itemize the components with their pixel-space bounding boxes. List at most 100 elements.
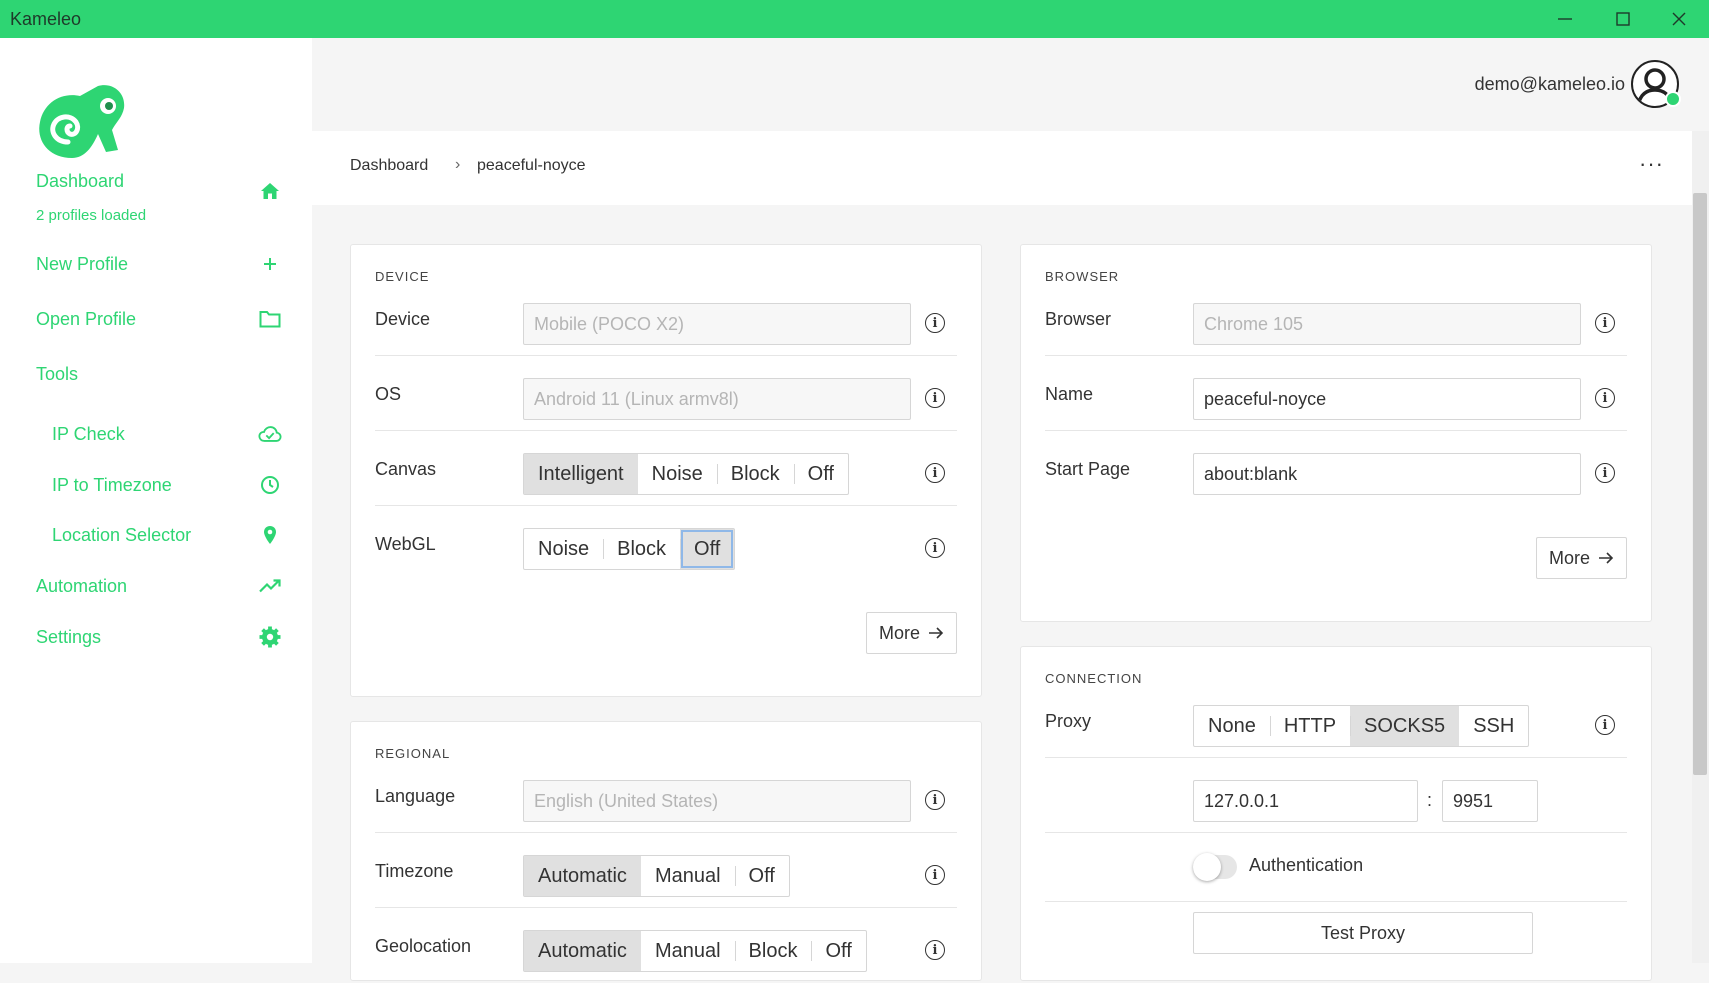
sidebar-item-settings[interactable]: Settings [36, 617, 282, 657]
sidebar-item-label: New Profile [36, 253, 129, 274]
sidebar-item-open-profile[interactable]: Open Profile [36, 299, 282, 339]
webgl-option-noise[interactable]: Noise [524, 529, 603, 569]
browser-more-button[interactable]: More [1535, 537, 1627, 579]
more-options-button[interactable]: ··· [1639, 151, 1664, 177]
more-button-label: More [1548, 547, 1590, 568]
proxy-address-row: 127.0.0.1 : 9951 [1045, 764, 1627, 833]
profiles-loaded-caption: 2 profiles loaded [36, 207, 147, 224]
connection-section-title: CONNECTION [1045, 671, 1143, 686]
regional-section-title: REGIONAL [375, 746, 451, 761]
canvas-option-intelligent[interactable]: Intelligent [524, 454, 638, 494]
geolocation-option-block[interactable]: Block [734, 931, 812, 971]
info-icon[interactable]: i [1595, 388, 1615, 408]
sidebar-item-ip-to-timezone[interactable]: IP to Timezone [52, 465, 282, 505]
info-icon[interactable]: i [925, 388, 945, 408]
sidebar-item-ip-check[interactable]: IP Check [52, 414, 282, 454]
sidebar-item-label: Open Profile [36, 308, 137, 329]
arrow-right-icon [929, 627, 944, 639]
start-page-input[interactable]: about:blank [1193, 453, 1581, 495]
timezone-option-manual[interactable]: Manual [641, 856, 735, 896]
name-label: Name [1045, 384, 1094, 404]
start-page-label: Start Page [1045, 459, 1131, 479]
title-bar: Kameleo [0, 0, 1709, 38]
sidebar-item-new-profile[interactable]: New Profile [36, 244, 282, 284]
proxy-port-input[interactable]: 9951 [1442, 780, 1538, 822]
sidebar-item-label: IP to Timezone [52, 474, 172, 495]
info-icon[interactable]: i [925, 313, 945, 333]
info-icon[interactable]: i [925, 538, 945, 558]
close-button[interactable] [1651, 0, 1707, 38]
top-bar: demo@kameleo.io [312, 38, 1709, 131]
webgl-option-block[interactable]: Block [603, 529, 680, 569]
authentication-toggle[interactable] [1193, 853, 1237, 881]
timezone-row: Timezone Automatic Manual Off i [375, 839, 957, 908]
breadcrumb-dashboard-link[interactable]: Dashboard [350, 157, 428, 175]
test-proxy-button[interactable]: Test Proxy [1193, 912, 1533, 954]
sidebar-item-dashboard[interactable]: Dashboard [36, 161, 282, 201]
proxy-option-ssh[interactable]: SSH [1459, 706, 1528, 746]
name-input[interactable]: peaceful-noyce [1193, 378, 1581, 420]
geolocation-option-manual[interactable]: Manual [641, 931, 735, 971]
sidebar-item-tools[interactable]: Tools [36, 364, 78, 385]
browser-row: Browser Chrome 105 i [1045, 287, 1627, 356]
minimize-icon [1558, 18, 1572, 20]
info-icon[interactable]: i [1595, 313, 1615, 333]
geolocation-label: Geolocation [375, 936, 472, 956]
scrollbar-thumb[interactable] [1693, 193, 1707, 775]
name-row: Name peaceful-noyce i [1045, 362, 1627, 431]
sidebar-item-label: Settings [36, 626, 102, 647]
info-icon[interactable]: i [925, 463, 945, 483]
browser-section-title: BROWSER [1045, 269, 1120, 284]
geolocation-mode-selector: Automatic Manual Block Off [523, 930, 867, 972]
canvas-option-off[interactable]: Off [793, 454, 848, 494]
info-icon[interactable]: i [925, 865, 945, 885]
map-pin-icon [258, 523, 282, 547]
timezone-option-off[interactable]: Off [734, 856, 789, 896]
sidebar-item-label: IP Check [52, 423, 125, 444]
maximize-icon [1616, 12, 1630, 26]
minimize-button[interactable] [1537, 0, 1593, 38]
canvas-option-block[interactable]: Block [716, 454, 794, 494]
info-icon[interactable]: i [925, 940, 945, 960]
device-section-title: DEVICE [375, 269, 430, 284]
plus-icon [258, 252, 282, 276]
proxy-option-none[interactable]: None [1194, 706, 1270, 746]
maximize-button[interactable] [1595, 0, 1651, 38]
sidebar-item-label: Automation [36, 575, 128, 596]
canvas-label: Canvas [375, 459, 437, 479]
info-icon[interactable]: i [925, 790, 945, 810]
browser-card: BROWSER Browser Chrome 105 i Name peacef… [1020, 244, 1652, 622]
regional-card: REGIONAL Language English (United States… [350, 721, 982, 981]
geolocation-option-automatic[interactable]: Automatic [524, 931, 641, 971]
sidebar-item-label: Location Selector [52, 524, 192, 545]
authentication-label: Authentication [1249, 855, 1364, 875]
authentication-row: Authentication [1045, 833, 1627, 902]
timezone-label: Timezone [375, 861, 454, 881]
info-icon[interactable]: i [1595, 715, 1615, 735]
info-icon[interactable]: i [1595, 463, 1615, 483]
language-row: Language English (United States) i [375, 764, 957, 833]
sidebar-item-location-selector[interactable]: Location Selector [52, 515, 282, 555]
canvas-option-noise[interactable]: Noise [638, 454, 717, 494]
cloud-check-icon [258, 422, 282, 446]
geolocation-row: Geolocation Automatic Manual Block Off i [375, 914, 957, 983]
proxy-option-http[interactable]: HTTP [1269, 706, 1350, 746]
timezone-option-automatic[interactable]: Automatic [524, 856, 641, 896]
more-button-label: More [878, 622, 920, 643]
webgl-row: WebGL Noise Block Off i [375, 512, 957, 581]
connection-card: CONNECTION Proxy None HTTP SOCKS5 SSH i … [1020, 646, 1652, 981]
canvas-row: Canvas Intelligent Noise Block Off i [375, 437, 957, 506]
webgl-option-off[interactable]: Off [680, 529, 735, 569]
device-more-button[interactable]: More [865, 612, 957, 654]
online-status-indicator [1665, 91, 1681, 107]
geolocation-option-off[interactable]: Off [811, 931, 865, 971]
sidebar-item-automation[interactable]: Automation [36, 566, 282, 606]
proxy-option-socks5[interactable]: SOCKS5 [1350, 706, 1460, 746]
proxy-host-input[interactable]: 127.0.0.1 [1193, 780, 1418, 822]
webgl-label: WebGL [375, 534, 436, 554]
start-page-row: Start Page about:blank i [1045, 437, 1627, 506]
device-label: Device [375, 309, 431, 329]
device-field: Mobile (POCO X2) [523, 303, 911, 345]
sidebar: Dashboard 2 profiles loaded New Profile … [0, 38, 312, 963]
user-email: demo@kameleo.io [1474, 74, 1625, 94]
